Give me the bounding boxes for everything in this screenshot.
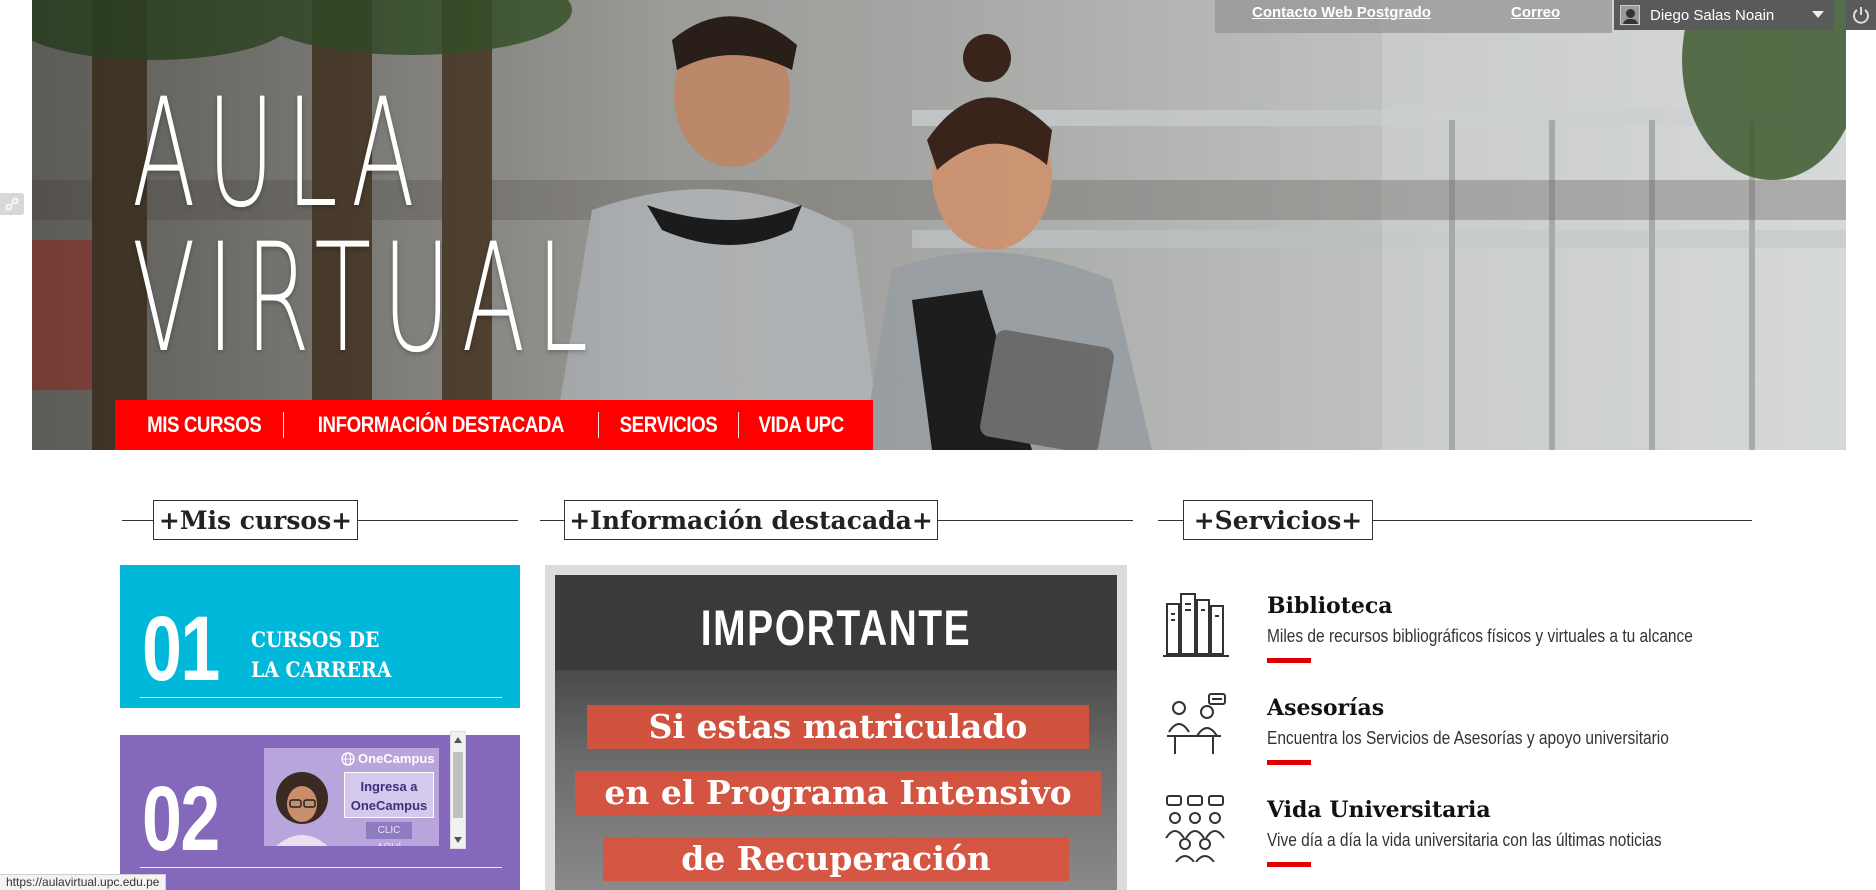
nav-separator [598,412,600,438]
info-heading: IMPORTANTE [700,600,972,656]
service-title[interactable]: Vida Universitaria [1267,797,1491,823]
side-tab-handle[interactable] [0,193,24,215]
status-url: https://aulavirtual.upc.edu.pe [0,874,167,890]
books-icon [1163,593,1229,657]
hero-banner: AULA VIRTUAL MIS CURSOS INFORMACIÓN DEST… [32,0,1846,450]
user-menu[interactable]: Diego Salas Noain [1614,0,1834,30]
power-icon [1853,7,1869,24]
hero-nav: MIS CURSOS INFORMACIÓN DESTACADA SERVICI… [115,400,874,450]
scroll-down-icon[interactable] [454,837,462,843]
scroll-up-icon[interactable] [454,737,462,743]
course-card-carrera[interactable]: 01 CURSOS DE LA CARRERA [120,565,520,708]
service-desc: Miles de recursos bibliográficos físicos… [1267,626,1693,646]
globe-icon [341,751,355,766]
hero-title-line2: VIRTUAL [132,212,600,386]
community-icon [1165,795,1225,862]
student-photo [276,772,328,846]
user-name: Diego Salas Noain [1650,6,1775,24]
nav-mis-cursos[interactable]: MIS CURSOS [137,412,272,438]
chevron-down-icon[interactable] [1812,11,1824,18]
info-line-3: de Recuperación [603,837,1069,881]
info-featured-image[interactable]: IMPORTANTE Si estas matriculado en el Pr… [555,575,1117,890]
course-card-onecampus[interactable]: 02 OneCampus Ingresa a OneCampus CLIC AQ… [120,731,520,890]
hero-title-line1: AULA [132,67,426,241]
info-line-1: Si estas matriculado [587,705,1089,749]
service-vida-universitaria[interactable]: Vida Universitaria Vive día a día la vid… [1160,794,1760,884]
service-desc: Vive día a día la vida universitaria con… [1267,830,1662,850]
hero-title: AULA VIRTUAL [132,67,600,386]
top-links-bar: Contacto Web Postgrado Correo [1215,0,1612,33]
course-divider [140,867,502,868]
onecampus-banner[interactable]: OneCampus Ingresa a OneCampus CLIC AQUÍ [264,748,439,846]
course-label-line2: LA CARRERA [251,657,392,682]
onecampus-brand: OneCampus [358,751,435,766]
section-title-mis-cursos: +Mis cursos+ [153,500,358,540]
onecampus-card: Ingresa a OneCampus [344,772,434,818]
advisory-icon [1167,693,1226,754]
section-title-informacion: +Información destacada+ [564,500,938,540]
course-divider [140,697,502,698]
nav-servicios[interactable]: SERVICIOS [610,412,728,438]
service-title[interactable]: Biblioteca [1267,593,1393,619]
course-label: CURSOS DE LA CARRERA [251,625,391,685]
info-featured-frame: IMPORTANTE Si estas matriculado en el Pr… [545,565,1127,890]
service-asesorias[interactable]: Asesorías Encuentra los Servicios de Ase… [1160,692,1760,782]
course-number: 01 [142,598,220,700]
correo-link[interactable]: Correo [1511,4,1560,21]
service-title[interactable]: Asesorías [1267,695,1384,721]
avatar [1620,5,1640,25]
onecampus-scrollbar[interactable] [450,731,466,849]
course-number: 02 [142,768,220,870]
service-accent-bar [1267,760,1311,765]
onecampus-click-button[interactable]: CLIC AQUÍ [366,822,412,846]
onecampus-logo: OneCampus [341,751,435,766]
logout-button[interactable] [1846,0,1876,30]
contacto-web-postgrado-link[interactable]: Contacto Web Postgrado [1252,4,1431,21]
onecampus-card-line2: OneCampus [350,798,428,813]
section-title-servicios: +Servicios+ [1183,500,1373,540]
service-desc: Encuentra los Servicios de Asesorías y a… [1267,728,1669,748]
nav-separator [738,412,740,438]
service-accent-bar [1267,658,1311,663]
info-line-2: en el Programa Intensivo [575,771,1101,815]
service-biblioteca[interactable]: Biblioteca Miles de recursos bibliográfi… [1160,590,1760,680]
nav-informacion-destacada[interactable]: INFORMACIÓN DESTACADA [308,412,575,438]
nav-vida-upc[interactable]: VIDA UPC [748,412,854,438]
course-label-line1: CURSOS DE [251,627,380,652]
onecampus-card-line1: Ingresa a [360,779,418,794]
service-accent-bar [1267,862,1311,867]
scroll-thumb[interactable] [453,752,463,818]
nav-separator [283,412,285,438]
link-icon [5,197,19,211]
